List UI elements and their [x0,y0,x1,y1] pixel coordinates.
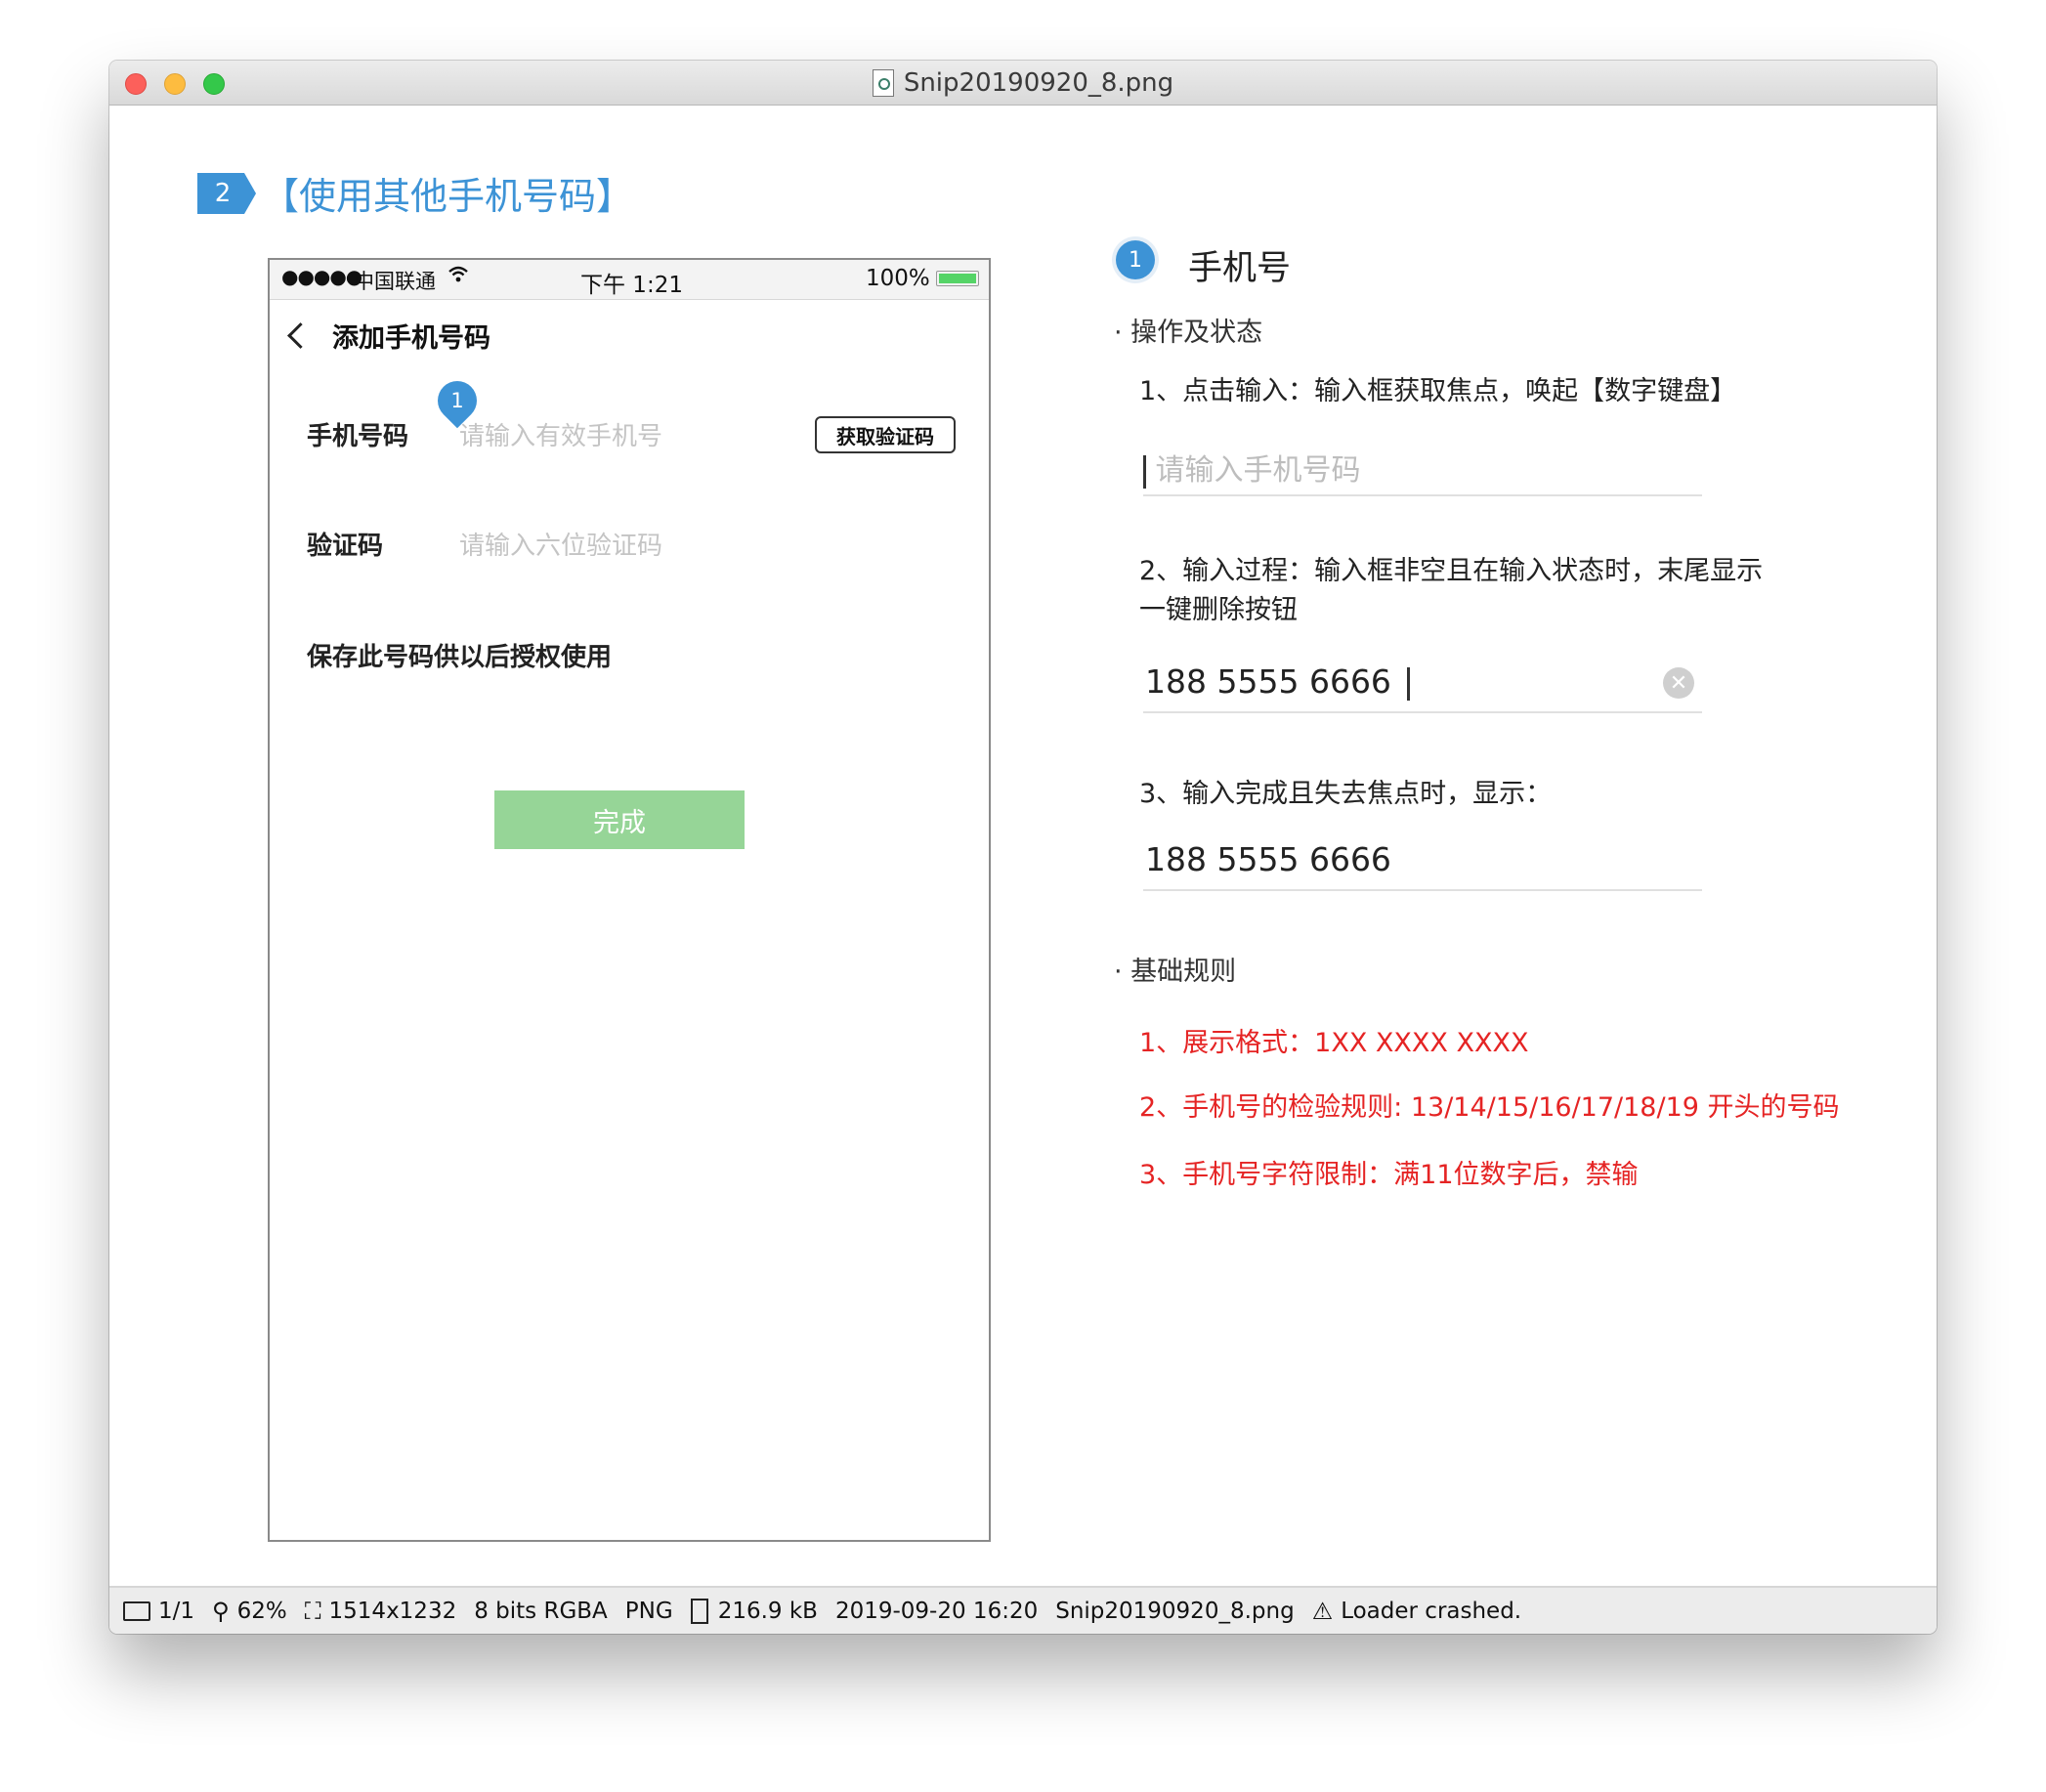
warning-icon: ⚠ [1311,1597,1334,1625]
text-caret [1143,454,1146,489]
demo-input-blurred: 188 5555 6666 [1143,831,1702,891]
code-label: 验证码 [307,532,384,561]
phone-mockup: ●●●●● 中国联通 下午 1:21 100% 添加手机号码 手机号码 请输入有… [268,258,991,1542]
nav-title: 添加手机号码 [332,323,490,354]
demo-input-focused: 请输入手机号码 [1143,436,1702,496]
window-title-text: Snip20190920_8.png [903,67,1174,98]
battery-percent: 100% [866,266,930,291]
zoom-level: 62% [236,1598,287,1624]
page-indicator: 1/1 [109,1599,194,1624]
file-icon [690,1598,708,1624]
zoom-indicator: ⚲ 62% [212,1598,287,1625]
done-button[interactable]: 完成 [494,790,745,849]
demo-blurred-value: 188 5555 6666 [1145,840,1391,878]
demo-placeholder: 请输入手机号码 [1155,453,1361,488]
step-2-text: 2、输入过程：输入框非空且在输入状态时，末尾显示一键删除按钮 [1139,556,1764,625]
wifi-icon [448,264,469,290]
annotation-pin-number: 1 [450,389,464,412]
color-mode: 8 bits RGBA [474,1598,608,1624]
back-chevron-icon[interactable] [287,322,314,349]
demo-typing-value: 188 5555 6666 [1145,662,1391,701]
title-bar: Snip20190920_8.png [109,61,1937,106]
phone-status-bar: ●●●●● 中国联通 下午 1:21 100% [270,260,989,300]
section-title: 【使用其他手机号码】 [262,175,634,218]
rule-3: 3、手机号字符限制：满11位数字后，禁输 [1139,1160,1639,1190]
step-3-text: 3、输入完成且失去焦点时，显示： [1139,779,1553,809]
demo-placeholder-row: 请输入手机号码 [1143,446,1361,489]
preview-status-bar: 1/1 ⚲ 62% ⛶ 1514x1232 8 bits RGBA PNG 21… [109,1588,1937,1634]
magnifier-icon: ⚲ [212,1597,230,1625]
file-format: PNG [624,1598,673,1624]
warning-indicator: ⚠ Loader crashed. [1312,1598,1521,1625]
carrier-label: 中国联通 [354,270,436,293]
image-dimensions: 1514x1232 [328,1598,457,1624]
rule-2: 2、手机号的检验规则: 13/14/15/16/17/18/19 开头的号码 [1139,1092,1840,1123]
section-number-badge: 2 [197,173,256,214]
signal-icon: ●●●●● [281,265,362,288]
ops-heading: · 操作及状态 [1114,318,1263,348]
demo-typing-row: 188 5555 6666 [1145,662,1411,701]
rule-1: 1、展示格式：1XX XXXX XXXX [1139,1028,1529,1058]
file-date: 2019-09-20 16:20 [834,1598,1039,1624]
file-size-indicator: 216.9 kB [690,1598,818,1624]
file-name: Snip20190920_8.png [1055,1598,1295,1624]
phone-number-label: 手机号码 [307,422,409,451]
folder-icon [123,1600,150,1621]
text-caret [1407,666,1411,701]
preview-window: Snip20190920_8.png 2 【使用其他手机号码】 ●●●●● 中国… [109,61,1937,1634]
clear-input-icon[interactable]: ✕ [1663,667,1694,699]
step-1-text: 1、点击输入：输入框获取焦点，唤起【数字键盘】 [1139,376,1737,406]
window-title: Snip20190920_8.png [109,61,1937,105]
phone-number-input[interactable]: 请输入有效手机号 [459,416,662,452]
demo-input-typing: 188 5555 6666 ✕ [1143,653,1702,713]
spec-number-badge: 1 [1116,240,1155,279]
code-input[interactable]: 请输入六位验证码 [459,526,662,562]
battery-icon [936,271,979,286]
save-number-option[interactable]: 保存此号码供以后授权使用 [307,637,612,673]
status-time: 下午 1:21 [580,273,683,298]
rules-heading: · 基础规则 [1114,957,1237,987]
dimension-indicator: ⛶ 1514x1232 [305,1598,457,1625]
spec-title: 手机号 [1188,249,1292,288]
image-file-icon [872,68,894,97]
get-code-button[interactable]: 获取验证码 [815,416,956,453]
page-count: 1/1 [158,1598,195,1624]
file-size: 216.9 kB [717,1598,818,1624]
warning-text: Loader crashed. [1341,1598,1522,1624]
dimensions-icon: ⛶ [304,1597,321,1625]
